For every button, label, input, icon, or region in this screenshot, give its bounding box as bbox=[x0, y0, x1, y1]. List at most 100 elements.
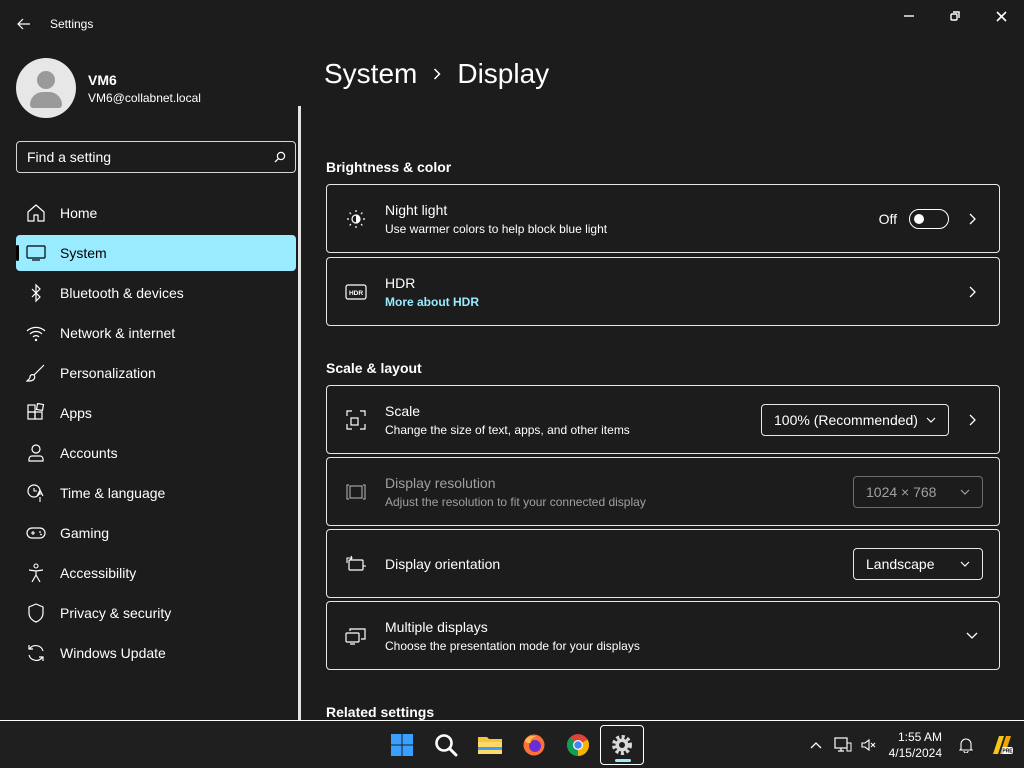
sidebar-item-gaming[interactable]: Gaming bbox=[16, 515, 296, 551]
chevron-down-icon[interactable] bbox=[961, 632, 983, 639]
taskbar-search-button[interactable] bbox=[424, 725, 468, 765]
shield-icon bbox=[16, 603, 60, 623]
user-profile[interactable]: VM6 VM6@collabnet.local bbox=[16, 58, 201, 118]
ethernet-icon bbox=[834, 737, 852, 752]
person-icon bbox=[16, 443, 60, 463]
chrome-button[interactable] bbox=[556, 725, 600, 765]
sidebar-item-label: Privacy & security bbox=[60, 605, 172, 621]
settings-icon bbox=[612, 735, 632, 755]
display-orientation-value: Landscape bbox=[866, 555, 935, 572]
start-icon bbox=[391, 734, 413, 756]
apps-icon bbox=[16, 403, 60, 423]
profile-email: VM6@collabnet.local bbox=[88, 90, 201, 105]
multiple-displays-icon bbox=[327, 627, 385, 645]
close-button[interactable] bbox=[978, 0, 1024, 32]
hdr-card[interactable]: HDR HDR More about HDR bbox=[326, 257, 1000, 326]
display-resolution-value: 1024 × 768 bbox=[866, 483, 937, 500]
settings-window: Settings VM6 VM6@collabnet.local Home bbox=[0, 0, 1024, 720]
sidebar-item-network[interactable]: Network & internet bbox=[16, 315, 296, 351]
sidebar-item-time-language[interactable]: Time & language bbox=[16, 475, 296, 511]
update-icon bbox=[16, 643, 60, 663]
multiple-displays-description: Choose the presentation mode for your di… bbox=[385, 638, 640, 653]
main-content: System Display Brightness & color Night … bbox=[301, 0, 1024, 720]
sidebar-item-label: Bluetooth & devices bbox=[60, 285, 184, 301]
clock[interactable]: 1:55 AM 4/15/2024 bbox=[889, 729, 942, 761]
scale-card[interactable]: Scale Change the size of text, apps, and… bbox=[326, 385, 1000, 454]
sidebar-item-privacy[interactable]: Privacy & security bbox=[16, 595, 296, 631]
sidebar-item-personalization[interactable]: Personalization bbox=[16, 355, 296, 391]
scale-icon bbox=[327, 409, 385, 430]
start-button[interactable] bbox=[380, 725, 424, 765]
sidebar-item-windows-update[interactable]: Windows Update bbox=[16, 635, 296, 671]
search-input[interactable] bbox=[17, 149, 265, 165]
firefox-icon bbox=[523, 734, 545, 756]
copilot-button[interactable]: PRE bbox=[980, 734, 1024, 756]
display-resolution-card: Display resolution Adjust the resolution… bbox=[326, 457, 1000, 526]
home-icon bbox=[16, 203, 60, 223]
sidebar-item-label: Home bbox=[60, 205, 98, 221]
chevron-right-icon[interactable] bbox=[961, 414, 983, 426]
sidebar-item-accounts[interactable]: Accounts bbox=[16, 435, 296, 471]
minimize-button[interactable] bbox=[886, 0, 932, 32]
firefox-button[interactable] bbox=[512, 725, 556, 765]
accessibility-icon bbox=[16, 563, 60, 583]
chevron-right-icon[interactable] bbox=[961, 286, 983, 298]
multiple-displays-card[interactable]: Multiple displays Choose the presentatio… bbox=[326, 601, 1000, 670]
search-box[interactable] bbox=[16, 141, 296, 173]
resolution-icon bbox=[327, 483, 385, 500]
taskbar-apps bbox=[380, 725, 644, 765]
orientation-icon bbox=[327, 555, 385, 573]
settings-taskbar-button[interactable] bbox=[600, 725, 644, 765]
sidebar-item-label: Accounts bbox=[60, 445, 118, 461]
search-icon[interactable] bbox=[265, 151, 295, 163]
breadcrumb-parent[interactable]: System bbox=[324, 58, 417, 90]
file-explorer-button[interactable] bbox=[468, 725, 512, 765]
network-status[interactable] bbox=[829, 737, 857, 753]
display-orientation-card[interactable]: Display orientation Landscape bbox=[326, 529, 1000, 598]
display-orientation-title: Display orientation bbox=[385, 555, 501, 572]
display-resolution-description: Adjust the resolution to fit your connec… bbox=[385, 494, 646, 509]
copilot-icon: PRE bbox=[993, 736, 1013, 755]
back-button[interactable] bbox=[0, 0, 48, 48]
sidebar-item-bluetooth[interactable]: Bluetooth & devices bbox=[16, 275, 296, 311]
night-light-toggle[interactable] bbox=[909, 208, 949, 229]
show-hidden-icons-button[interactable] bbox=[803, 741, 829, 749]
sidebar-item-home[interactable]: Home bbox=[16, 195, 296, 231]
chevron-down-icon bbox=[960, 489, 970, 495]
chevron-down-icon bbox=[926, 417, 936, 423]
clock-date: 4/15/2024 bbox=[888, 746, 942, 760]
sidebar-item-label: Accessibility bbox=[60, 565, 137, 581]
clock-language-icon bbox=[16, 483, 60, 503]
profile-name: VM6 bbox=[88, 71, 117, 88]
section-scale-layout: Scale & layout bbox=[326, 360, 422, 376]
volume-muted-icon bbox=[861, 738, 875, 752]
hdr-icon: HDR bbox=[327, 283, 385, 300]
section-brightness-color: Brightness & color bbox=[326, 159, 452, 175]
sidebar-item-label: Windows Update bbox=[60, 645, 166, 661]
display-resolution-title: Display resolution bbox=[385, 474, 496, 491]
hdr-more-link[interactable]: More about HDR bbox=[385, 295, 949, 309]
scale-dropdown[interactable]: 100% (Recommended) bbox=[761, 403, 949, 436]
night-light-card[interactable]: Night light Use warmer colors to help bl… bbox=[326, 184, 1000, 253]
display-orientation-dropdown[interactable]: Landscape bbox=[853, 547, 983, 580]
chevron-up-icon bbox=[810, 741, 822, 748]
chevron-right-icon[interactable] bbox=[961, 213, 983, 225]
system-tray: 1:55 AM 4/15/2024 PRE bbox=[803, 721, 1024, 768]
page-title: Display bbox=[457, 58, 550, 89]
restore-button[interactable] bbox=[932, 0, 978, 32]
volume-status[interactable] bbox=[857, 738, 881, 752]
chevron-down-icon bbox=[960, 561, 970, 567]
svg-text:PRE: PRE bbox=[1002, 749, 1013, 755]
sidebar-item-apps[interactable]: Apps bbox=[16, 395, 296, 431]
close-icon bbox=[995, 10, 1007, 22]
restore-icon bbox=[950, 11, 960, 21]
sidebar-item-accessibility[interactable]: Accessibility bbox=[16, 555, 296, 591]
file-explorer-icon bbox=[478, 737, 502, 754]
system-icon bbox=[16, 245, 60, 261]
display-resolution-dropdown: 1024 × 768 bbox=[853, 475, 983, 508]
brightness-icon bbox=[327, 209, 385, 229]
notifications-button[interactable] bbox=[952, 737, 980, 753]
window-controls bbox=[886, 0, 1024, 32]
night-light-title: Night light bbox=[385, 201, 448, 218]
sidebar-item-system[interactable]: System bbox=[16, 235, 296, 271]
